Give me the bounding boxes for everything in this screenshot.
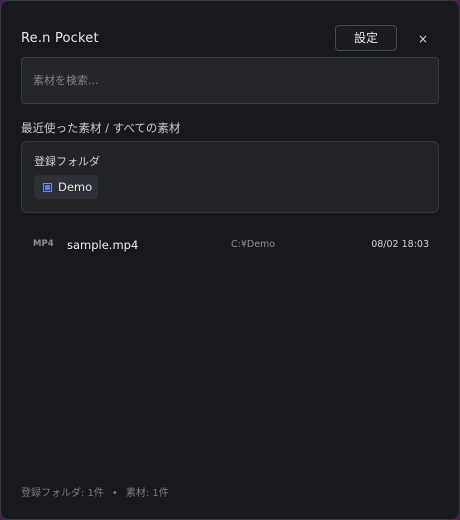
folder-square-icon	[43, 182, 52, 192]
file-type-badge: MP4	[33, 239, 54, 249]
status-separator: •	[111, 488, 118, 499]
section-heading: 最近使った素材 / すべての素材	[21, 121, 181, 135]
file-row[interactable]: MP4 sample.mp4 C:¥Demo 08/02 18:03	[21, 231, 439, 259]
app-title: Re.n Pocket	[21, 31, 99, 46]
status-bar: 登録フォルダ: 1件 • 素材: 1件	[21, 484, 169, 499]
status-folder-count: 登録フォルダ: 1件	[21, 488, 104, 499]
registered-folders-title: 登録フォルダ	[34, 155, 100, 168]
close-icon[interactable]: ×	[413, 29, 433, 49]
settings-button[interactable]: 設定	[335, 25, 397, 51]
file-name: sample.mp4	[67, 238, 139, 252]
search-box	[21, 57, 439, 104]
status-material-count: 素材: 1件	[125, 488, 169, 499]
folder-chip-demo[interactable]: Demo	[34, 175, 98, 199]
registered-folders-panel: 登録フォルダ Demo	[21, 141, 439, 213]
file-path: C:¥Demo	[231, 239, 276, 250]
folder-chip-label: Demo	[58, 180, 93, 194]
file-date: 08/02 18:03	[371, 239, 429, 250]
app-window: Re.n Pocket 設定 × 最近使った素材 / すべての素材 登録フォルダ…	[0, 0, 460, 520]
search-input[interactable]	[22, 58, 438, 103]
